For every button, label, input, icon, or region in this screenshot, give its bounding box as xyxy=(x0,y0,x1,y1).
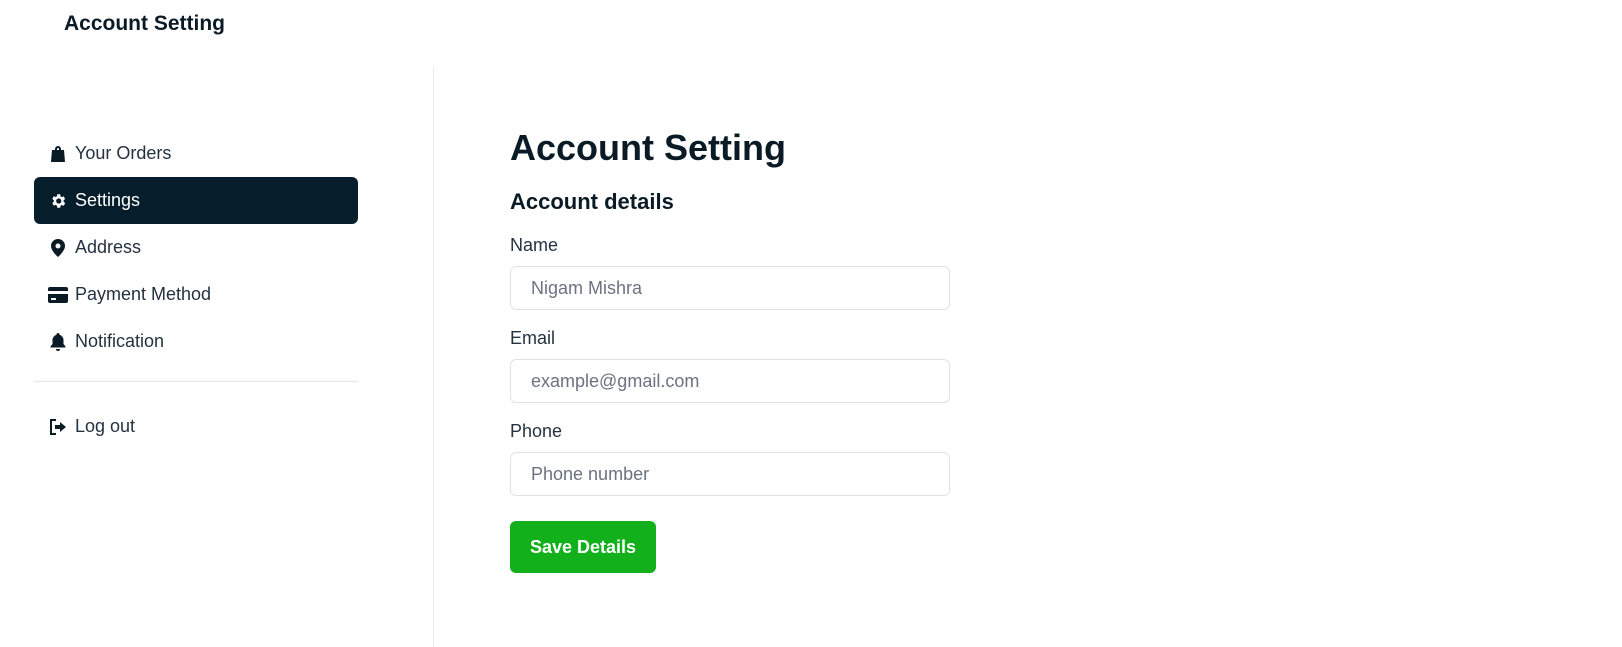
credit-card-icon xyxy=(48,285,68,305)
email-field[interactable] xyxy=(510,359,950,403)
save-details-button[interactable]: Save Details xyxy=(510,521,656,573)
sidebar-item-notification[interactable]: Notification xyxy=(34,318,358,365)
logout-button[interactable]: Log out xyxy=(34,403,358,450)
sidebar-nav: Your Orders Settings Address Payment Met… xyxy=(34,130,358,450)
sidebar-item-your-orders[interactable]: Your Orders xyxy=(34,130,358,177)
email-label: Email xyxy=(510,328,556,348)
sidebar-item-address[interactable]: Address xyxy=(34,224,358,271)
app-title: Account Setting xyxy=(64,12,225,35)
logout-icon xyxy=(48,417,68,437)
gear-icon xyxy=(48,191,68,211)
shopping-bag-icon xyxy=(48,144,68,164)
sidebar-item-settings[interactable]: Settings xyxy=(34,177,358,224)
map-pin-icon xyxy=(48,238,68,258)
vertical-separator xyxy=(433,68,434,647)
sidebar-item-label: Settings xyxy=(75,190,141,210)
sidebar-divider xyxy=(34,381,358,382)
account-settings-panel: Account Setting Account details Name Ema… xyxy=(510,126,950,573)
sidebar-item-payment-method[interactable]: Payment Method xyxy=(34,271,358,318)
phone-label: Phone xyxy=(510,421,563,441)
bell-icon xyxy=(48,332,68,352)
sidebar-item-label: Payment Method xyxy=(75,284,212,304)
phone-field[interactable] xyxy=(510,452,950,496)
name-field[interactable] xyxy=(510,266,950,310)
sidebar-item-label: Notification xyxy=(75,331,165,351)
page-title: Account Setting xyxy=(510,127,786,168)
sidebar-item-label: Address xyxy=(75,237,142,257)
section-title: Account details xyxy=(510,189,674,214)
name-label: Name xyxy=(510,235,559,255)
sidebar-item-label: Your Orders xyxy=(75,143,172,163)
logout-label: Log out xyxy=(75,416,136,436)
